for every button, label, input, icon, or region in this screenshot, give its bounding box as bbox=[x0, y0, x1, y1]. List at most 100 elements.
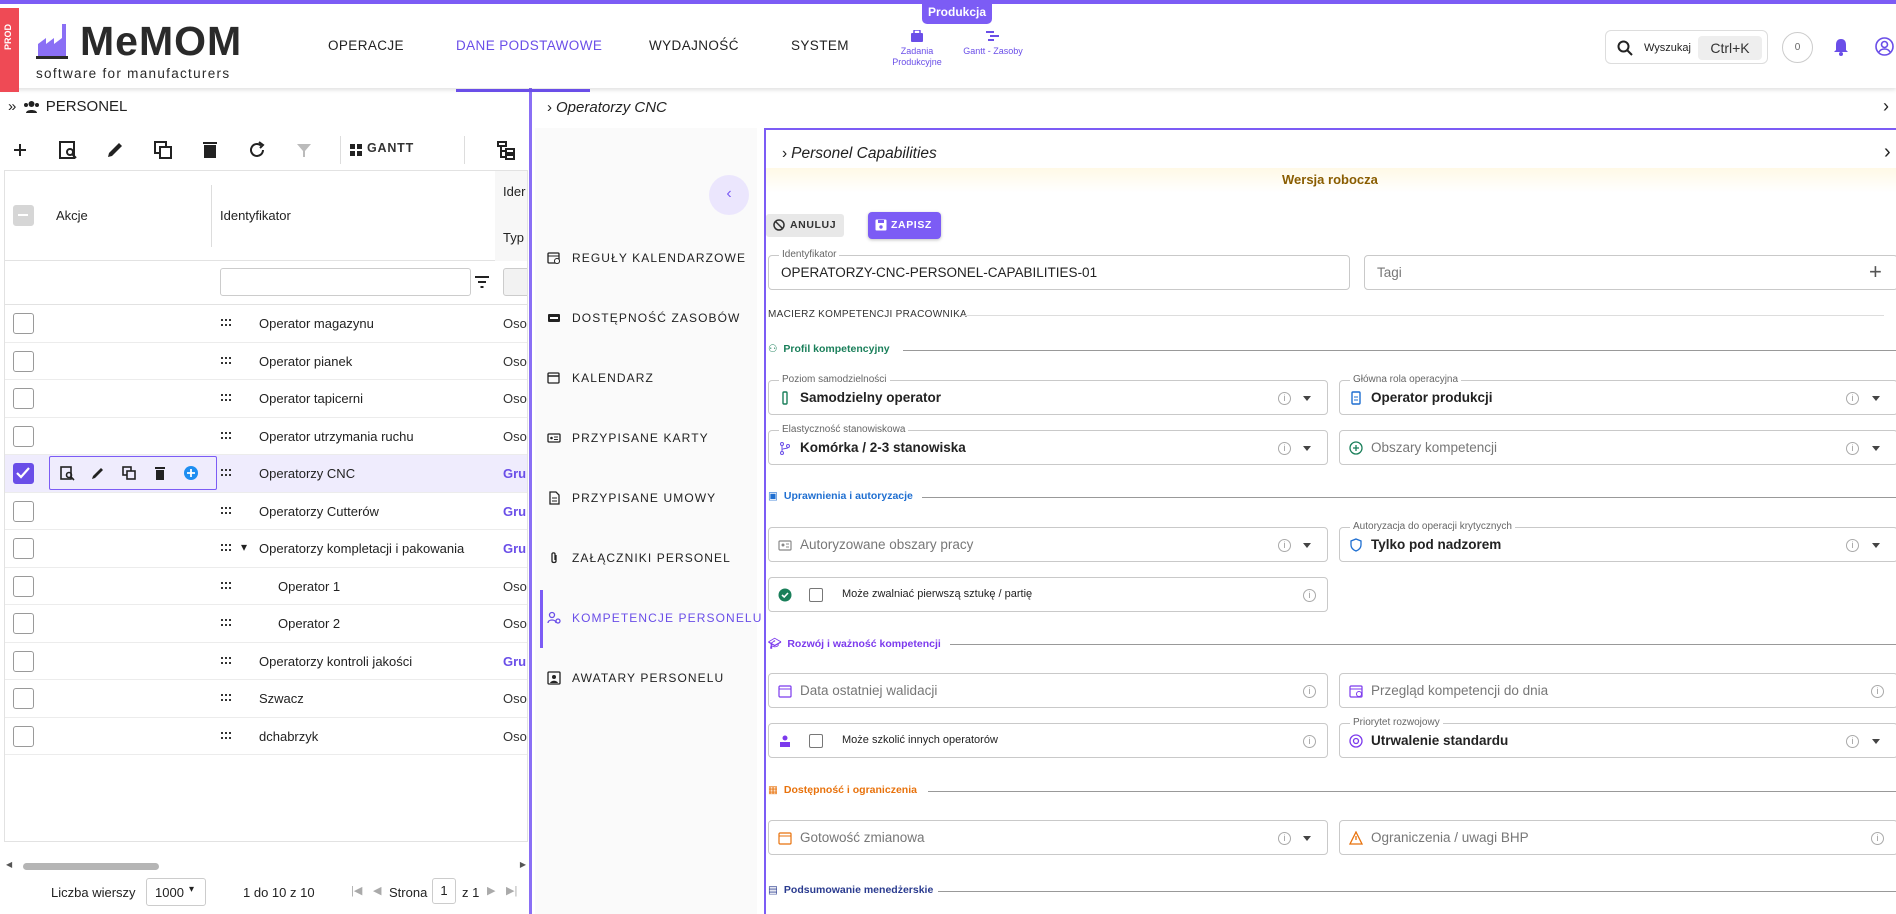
side-nav-item[interactable]: KOMPETENCJE PERSONELU bbox=[547, 607, 761, 629]
close-detail-icon[interactable]: › bbox=[1883, 96, 1889, 117]
bell-icon[interactable] bbox=[1833, 38, 1849, 56]
save-button[interactable]: ZAPISZ bbox=[868, 212, 941, 239]
review-date[interactable]: Przegląd kompetencji do dnia i bbox=[1339, 673, 1896, 708]
table-row[interactable]: Operator 1 Oso bbox=[5, 568, 527, 605]
row-checkbox[interactable] bbox=[13, 538, 34, 559]
table-row[interactable]: Operator utrzymania ruchu Oso bbox=[5, 418, 527, 455]
nav-wydajnosc[interactable]: WYDAJNOŚĆ bbox=[649, 38, 739, 53]
side-nav-item[interactable]: KALENDARZ bbox=[547, 367, 747, 389]
row-checkbox[interactable] bbox=[13, 463, 34, 484]
side-nav-item[interactable]: ZAŁĄCZNIKI PERSONEL bbox=[547, 547, 747, 569]
drag-handle-icon[interactable] bbox=[221, 356, 233, 366]
expand-toggle-icon[interactable]: ▾ bbox=[241, 540, 247, 554]
table-row[interactable]: Operatorzy Cutterów Gru bbox=[5, 493, 527, 530]
shift-readiness-select[interactable]: Gotowość zmianowa i bbox=[768, 820, 1328, 855]
row-checkbox[interactable] bbox=[13, 350, 34, 372]
drag-handle-icon[interactable] bbox=[221, 693, 233, 703]
identifier-field[interactable]: Identyfikator OPERATORZY-CNC-PERSONEL-CA… bbox=[768, 249, 1350, 290]
flexibility-select[interactable]: Elastyczność stanowiskowa Komórka / 2-3 … bbox=[768, 424, 1328, 465]
table-row[interactable]: Szwacz Oso bbox=[5, 680, 527, 718]
drag-handle-icon[interactable] bbox=[221, 318, 233, 328]
gantt-button[interactable]: GANTT bbox=[367, 141, 414, 155]
info-icon[interactable]: i bbox=[1278, 832, 1291, 845]
row-checkbox[interactable] bbox=[13, 575, 34, 597]
first-piece-checkbox[interactable] bbox=[809, 588, 823, 602]
user-icon[interactable] bbox=[1875, 37, 1894, 56]
copy-icon[interactable] bbox=[151, 138, 175, 162]
row-copy-icon[interactable] bbox=[120, 464, 138, 482]
first-page-icon[interactable]: |◀ bbox=[351, 884, 362, 897]
info-icon[interactable]: i bbox=[1278, 442, 1291, 455]
collapse-nav-button[interactable]: ‹ bbox=[709, 175, 749, 215]
add-icon[interactable] bbox=[8, 138, 32, 162]
select-all-checkbox[interactable] bbox=[13, 205, 34, 226]
drag-handle-icon[interactable] bbox=[221, 543, 233, 553]
info-icon[interactable]: i bbox=[1871, 832, 1884, 845]
col-header-ident-group[interactable]: Ider bbox=[503, 184, 525, 199]
filter-icon[interactable] bbox=[292, 138, 316, 162]
info-icon[interactable]: i bbox=[1846, 392, 1859, 405]
col-header-actions[interactable]: Akcje bbox=[56, 208, 88, 223]
row-checkbox[interactable] bbox=[13, 425, 34, 447]
table-row[interactable]: ▾ Operatorzy kompletacji i pakowania Gru bbox=[5, 530, 527, 568]
nav-dane-podstawowe[interactable]: DANE PODSTAWOWE bbox=[456, 38, 602, 53]
info-icon[interactable]: i bbox=[1871, 685, 1884, 698]
restrictions-field[interactable]: Ograniczenia / uwagi BHP i bbox=[1339, 820, 1896, 855]
nav-system[interactable]: SYSTEM bbox=[791, 38, 849, 53]
authorized-areas-select[interactable]: Autoryzowane obszary pracy i bbox=[768, 527, 1328, 562]
info-icon[interactable]: i bbox=[1846, 735, 1859, 748]
page-input[interactable]: 1 bbox=[432, 878, 456, 904]
table-row[interactable]: Operator pianek Oso bbox=[5, 343, 527, 380]
side-nav-item[interactable]: PRZYPISANE KARTY bbox=[547, 427, 747, 449]
info-icon[interactable]: i bbox=[1846, 539, 1859, 552]
table-row[interactable]: dchabrzyk Oso bbox=[5, 718, 527, 755]
add-tag-icon[interactable]: + bbox=[1869, 259, 1882, 285]
table-row[interactable]: Operatorzy kontroli jakości Gru bbox=[5, 643, 527, 680]
info-icon[interactable]: i bbox=[1846, 442, 1859, 455]
info-icon[interactable]: i bbox=[1303, 735, 1316, 748]
critical-ops-select[interactable]: Autoryzacja do operacji krytycznych Tylk… bbox=[1339, 521, 1896, 562]
chevron-right-icon[interactable]: › bbox=[782, 145, 787, 162]
side-nav-item[interactable]: PRZYPISANE UMOWY bbox=[547, 487, 747, 509]
drag-handle-icon[interactable] bbox=[221, 431, 233, 441]
col-header-identifier[interactable]: Identyfikator bbox=[220, 208, 291, 223]
global-search[interactable]: Wyszukaj Ctrl+K bbox=[1605, 30, 1768, 64]
competence-areas-select[interactable]: Obszary kompetencji i bbox=[1339, 430, 1896, 465]
last-validation-date[interactable]: Data ostatniej walidacji i bbox=[768, 673, 1328, 708]
drag-handle-icon[interactable] bbox=[221, 393, 233, 403]
last-page-icon[interactable]: ▶| bbox=[506, 884, 517, 897]
filter-menu-icon[interactable] bbox=[475, 276, 489, 288]
first-piece-checkbox-field[interactable]: Może zwalniać pierwszą sztukę / partię i bbox=[768, 577, 1328, 612]
autonomy-select[interactable]: Poziom samodzielności Samodzielny operat… bbox=[768, 374, 1328, 415]
tree-view-icon[interactable] bbox=[494, 138, 518, 162]
side-nav-item[interactable]: REGUŁY KALENDARZOWE bbox=[547, 247, 747, 269]
table-row[interactable]: Operator 2 Oso bbox=[5, 605, 527, 643]
info-icon[interactable]: i bbox=[1278, 392, 1291, 405]
info-icon[interactable]: i bbox=[1303, 685, 1316, 698]
col-header-type[interactable]: Typ bbox=[503, 230, 524, 245]
type-filter-input[interactable] bbox=[503, 268, 527, 296]
table-row[interactable]: Operator tapicerni Oso bbox=[5, 380, 527, 418]
preview-icon[interactable] bbox=[56, 138, 80, 162]
row-checkbox[interactable] bbox=[13, 313, 34, 334]
prev-page-icon[interactable]: ◀ bbox=[373, 884, 381, 897]
main-role-select[interactable]: Główna rola operacyjna Operator produkcj… bbox=[1339, 374, 1896, 415]
chevron-right-icon[interactable]: › bbox=[547, 99, 552, 116]
row-edit-icon[interactable] bbox=[89, 464, 107, 482]
next-page-icon[interactable]: ▶ bbox=[487, 884, 495, 897]
cancel-button[interactable]: ANULUJ bbox=[766, 214, 844, 237]
info-icon[interactable]: i bbox=[1278, 539, 1291, 552]
quick-zadania[interactable]: Zadania Produkcyjne bbox=[882, 30, 952, 68]
drag-handle-icon[interactable] bbox=[221, 581, 233, 591]
row-checkbox[interactable] bbox=[13, 725, 34, 747]
table-row[interactable]: Operatorzy CNC Gru bbox=[5, 455, 527, 493]
can-train-checkbox-field[interactable]: Może szkolić innych operatorów i bbox=[768, 723, 1328, 758]
row-preview-icon[interactable] bbox=[58, 464, 76, 482]
expand-panel-icon[interactable]: » bbox=[8, 98, 16, 115]
quick-gantt[interactable]: Gantt - Zasoby bbox=[958, 30, 1028, 57]
row-checkbox[interactable] bbox=[13, 388, 34, 409]
table-row[interactable]: Operator magazynu Oso bbox=[5, 305, 527, 343]
row-add-child-icon[interactable] bbox=[182, 464, 200, 482]
drag-handle-icon[interactable] bbox=[221, 506, 233, 516]
side-nav-item[interactable]: AWATARY PERSONELU bbox=[547, 667, 747, 689]
